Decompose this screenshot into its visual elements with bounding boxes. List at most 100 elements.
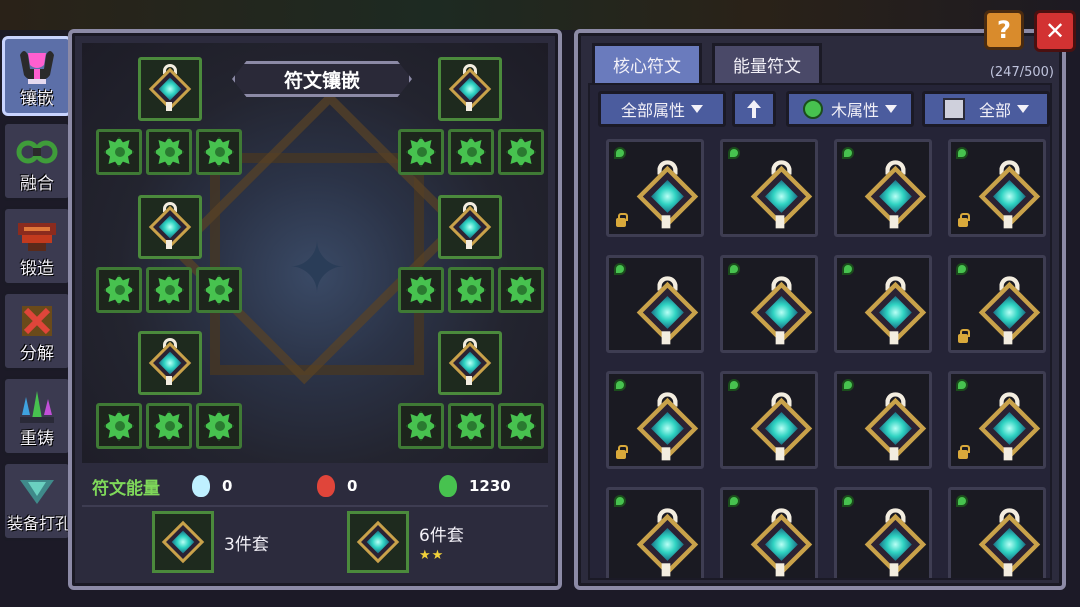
rune-card[interactable]	[834, 487, 932, 578]
tab-core-runes[interactable]: 核心符文	[592, 43, 702, 83]
anvil-icon	[18, 223, 56, 251]
core-rune-slot[interactable]	[438, 331, 502, 395]
energy-rune-slot[interactable]	[96, 403, 142, 449]
element-filter-dropdown[interactable]: 木属性	[786, 91, 914, 127]
set-label: 3件套	[224, 534, 269, 555]
rune-card[interactable]	[720, 371, 818, 469]
energy-rune-slot[interactable]	[398, 129, 444, 175]
rune-card[interactable]	[606, 255, 704, 353]
rune-card[interactable]	[948, 255, 1046, 353]
water-energy-value: 0	[222, 477, 233, 495]
wood-attribute-icon	[614, 263, 626, 275]
set-label: 6件套	[419, 526, 464, 546]
rune-card[interactable]	[834, 255, 932, 353]
attribute-filter-dropdown[interactable]: 全部属性	[598, 91, 726, 127]
wood-rune-icon	[456, 411, 486, 441]
side-tab-forge[interactable]: 锻造	[2, 206, 72, 286]
rune-card[interactable]	[948, 371, 1046, 469]
drill-icon	[20, 480, 54, 504]
wood-attribute-icon	[614, 495, 626, 507]
energy-rune-slot[interactable]	[146, 267, 192, 313]
rune-card[interactable]	[948, 139, 1046, 237]
sort-button[interactable]	[732, 91, 776, 127]
lock-icon	[616, 445, 628, 459]
wood-rune-icon	[406, 411, 436, 441]
wood-attribute-icon	[728, 379, 740, 391]
energy-rune-slot[interactable]	[96, 129, 142, 175]
core-rune-icon	[750, 276, 813, 345]
rune-inlay-panel: ✦ 符文镶嵌 符文能量 0 0 1230 3件套 6件套 ★★	[68, 29, 562, 590]
lock-icon	[958, 329, 970, 343]
set-bonus-3[interactable]: 3件套	[152, 511, 269, 573]
core-rune-slot[interactable]	[138, 57, 202, 121]
rune-card[interactable]	[606, 487, 704, 578]
rune-card[interactable]	[834, 371, 932, 469]
rune-card[interactable]	[720, 139, 818, 237]
rune-energy-row: 符文能量 0 0 1230	[82, 467, 548, 507]
help-button[interactable]: ?	[984, 10, 1024, 50]
core-rune-icon	[636, 160, 699, 229]
rune-card[interactable]	[834, 139, 932, 237]
core-rune-slot[interactable]	[438, 195, 502, 259]
energy-rune-slot[interactable]	[196, 403, 242, 449]
energy-rune-slot[interactable]	[498, 403, 544, 449]
energy-rune-slot[interactable]	[146, 129, 192, 175]
quality-filter-label: 全部	[978, 101, 1011, 120]
close-button[interactable]: ✕	[1034, 10, 1076, 52]
energy-rune-slot[interactable]	[498, 267, 544, 313]
core-rune-slot[interactable]	[438, 57, 502, 121]
wood-rune-icon	[456, 275, 486, 305]
set-rune-slot	[347, 511, 409, 573]
wood-rune-icon	[154, 275, 184, 305]
green-rings-icon	[16, 140, 58, 164]
side-tab-recast[interactable]: 重铸	[2, 376, 72, 456]
rune-card[interactable]	[606, 371, 704, 469]
energy-rune-slot[interactable]	[96, 267, 142, 313]
side-tab-inlay[interactable]: 镶嵌	[2, 36, 72, 116]
wood-attribute-icon	[842, 263, 854, 275]
energy-rune-slot[interactable]	[448, 129, 494, 175]
up-arrow-icon	[747, 100, 761, 118]
side-tab-decompose[interactable]: 分解	[2, 291, 72, 371]
wood-attribute-icon	[956, 379, 968, 391]
energy-rune-slot[interactable]	[146, 403, 192, 449]
chevron-down-icon	[1017, 105, 1029, 113]
panel-title: 符文镶嵌	[283, 69, 360, 92]
top-background	[0, 0, 1080, 30]
close-icon: ✕	[1044, 17, 1066, 45]
energy-rune-slot[interactable]	[448, 267, 494, 313]
rune-count: (247/500)	[989, 65, 1054, 80]
wood-rune-icon	[104, 411, 134, 441]
core-rune-slot[interactable]	[138, 195, 202, 259]
rune-card[interactable]	[720, 487, 818, 578]
core-rune-icon	[978, 160, 1041, 229]
wood-rune-icon	[204, 411, 234, 441]
tab-energy-runes[interactable]: 能量符文	[712, 43, 822, 83]
pink-goblet-icon	[20, 51, 54, 84]
energy-rune-slot[interactable]	[196, 129, 242, 175]
core-rune-icon	[636, 276, 699, 345]
set-bonus-6[interactable]: 6件套 ★★	[347, 511, 464, 573]
tab-label: 核心符文	[613, 57, 681, 77]
side-tab-label: 镶嵌	[20, 89, 54, 109]
core-rune-slot[interactable]	[138, 331, 202, 395]
energy-rune-slot[interactable]	[398, 403, 444, 449]
quality-filter-dropdown[interactable]: 全部	[922, 91, 1050, 127]
energy-rune-slot[interactable]	[196, 267, 242, 313]
wood-attribute-icon	[956, 263, 968, 275]
wood-attribute-icon	[728, 495, 740, 507]
side-tab-fusion[interactable]: 融合	[2, 121, 72, 201]
energy-rune-slot[interactable]	[498, 129, 544, 175]
wood-leaf-icon	[802, 99, 823, 119]
wood-rune-icon	[204, 275, 234, 305]
wood-attribute-icon	[956, 495, 968, 507]
rune-card[interactable]	[720, 255, 818, 353]
energy-rune-slot[interactable]	[448, 403, 494, 449]
energy-rune-slot[interactable]	[398, 267, 444, 313]
side-tab-socket-drill[interactable]: 装备打孔	[2, 461, 72, 541]
rune-card[interactable]	[606, 139, 704, 237]
rune-card[interactable]	[948, 487, 1046, 578]
rune-grid: 全部属性 木属性 全部	[588, 83, 1052, 580]
core-rune-icon	[864, 508, 927, 577]
side-tab-label: 重铸	[20, 429, 54, 449]
